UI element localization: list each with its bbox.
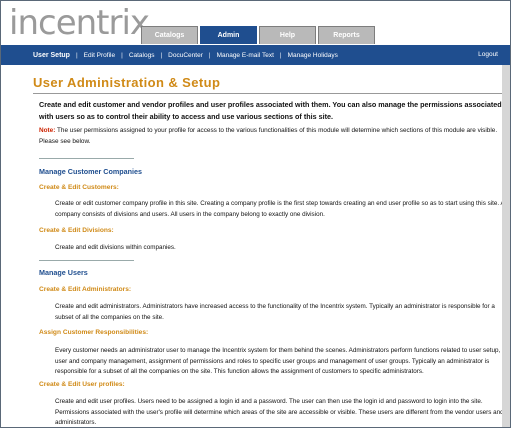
link-create-edit-administrators[interactable]: Create & Edit Administrators: [39,286,131,293]
section-heading-users: Manage Users [39,268,88,277]
main-content: User Administration & Setup Create and e… [1,65,510,427]
link-create-edit-divisions[interactable]: Create & Edit Divisions: [39,227,114,234]
desc-create-edit-administrators: Create and edit administrators. Administ… [55,303,495,321]
logo: incentrix [9,3,150,43]
tab-reports[interactable]: Reports [318,26,375,44]
nav-separator: | [160,51,163,59]
section-divider [39,158,134,159]
app-window: incentrix Catalogs Admin Help Reports Us… [0,0,511,428]
section-divider [39,260,134,261]
vertical-scrollbar[interactable] [502,65,510,427]
link-create-edit-customers[interactable]: Create & Edit Customers: [39,184,119,191]
nav-catalogs[interactable]: Catalogs [129,52,155,59]
note-label: Note: [39,127,56,134]
link-assign-customer-responsibilities[interactable]: Assign Customer Responsibilities: [39,329,148,336]
note-body: The user permissions assigned to your pr… [39,127,498,145]
desc-assign-customer-responsibilities: Every customer needs an administrator us… [55,347,501,376]
desc-create-edit-divisions: Create and edit divisions within compani… [55,244,176,251]
nav-separator: | [279,51,282,59]
tab-help[interactable]: Help [259,26,316,44]
section-heading-customers: Manage Customer Companies [39,167,143,176]
nav-docucenter[interactable]: DocuCenter [168,52,203,59]
logout-link[interactable]: Logout [478,45,498,65]
header: incentrix Catalogs Admin Help Reports [1,1,510,45]
link-create-edit-user-profiles[interactable]: Create & Edit User profiles: [39,381,125,388]
nav-manage-holidays[interactable]: Manage Holidays [288,52,338,59]
nav-separator: | [208,51,211,59]
tab-catalogs[interactable]: Catalogs [141,26,198,44]
note-text: Note: The user permissions assigned to y… [39,125,507,147]
nav-edit-profile[interactable]: Edit Profile [84,52,115,59]
page-title: User Administration & Setup [33,75,221,90]
title-divider [33,93,508,94]
main-tabs: Catalogs Admin Help Reports [141,26,377,45]
tab-admin[interactable]: Admin [200,26,257,44]
desc-create-edit-customers: Create or edit customer company profile … [55,200,505,218]
sub-navigation: User Setup | Edit Profile | Catalogs | D… [1,45,510,65]
nav-user-setup[interactable]: User Setup [33,52,70,59]
desc-create-edit-user-profiles: Create and edit user profiles. Users nee… [55,398,504,427]
nav-separator: | [75,51,78,59]
nav-separator: | [121,51,123,59]
intro-text: Create and edit customer and vendor prof… [39,100,502,121]
nav-manage-email-text[interactable]: Manage E-mail Text [217,52,274,59]
